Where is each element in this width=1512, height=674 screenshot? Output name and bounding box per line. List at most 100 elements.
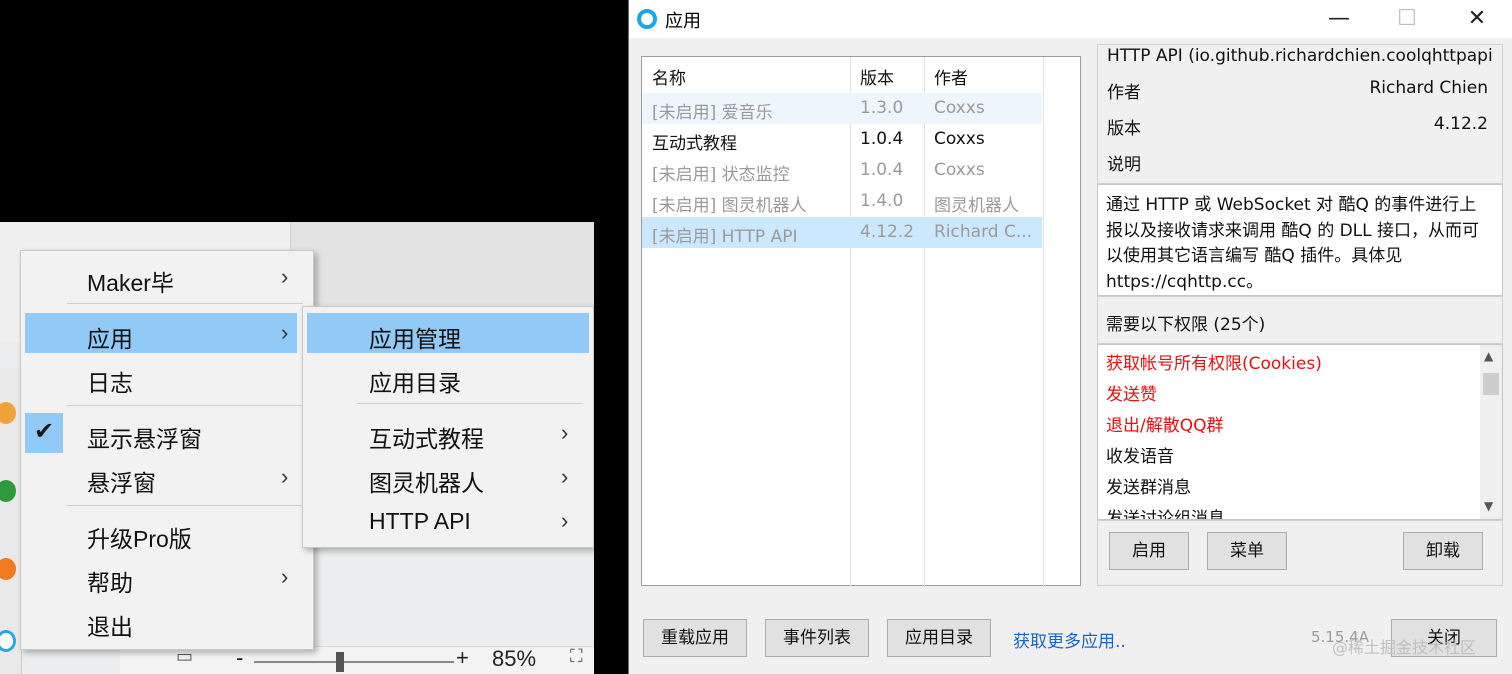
submenu-item[interactable]: 互动式教程 › — [303, 413, 593, 453]
get-more-apps-link[interactable]: 获取更多应用.. — [1013, 627, 1126, 652]
cell-name: [未启用] HTTP API — [652, 227, 798, 247]
app-row[interactable]: [未启用] 爱音乐 1.3.0 Coxxs — [642, 93, 1042, 124]
cell-version: 1.3.0 — [860, 98, 904, 118]
author-label: 作者 — [1107, 83, 1141, 103]
submenu-item[interactable]: 应用目录 — [303, 357, 593, 397]
context-submenu: 应用管理 应用目录 互动式教程 › 图灵机器人 › HTTP API › — [302, 306, 594, 548]
chevron-right-icon: › — [281, 464, 289, 489]
permissions-list[interactable]: 获取帐号所有权限(Cookies) 发送赞退出/解散QQ群 收发语音发送群消息发送讨… — [1097, 344, 1503, 520]
column-header-version[interactable]: 版本 — [860, 64, 894, 89]
version-label: 版本 — [1107, 119, 1141, 139]
app-row[interactable]: 互动式教程 1.0.4 Coxxs — [642, 124, 1042, 155]
menu-item-label: 悬浮窗 — [87, 470, 156, 496]
app-row[interactable]: [未启用] HTTP API 4.12.2 Richard C... — [642, 217, 1042, 248]
description-text: 通过 HTTP 或 WebSocket 对 酷Q 的事件进行上报以及接收请求来调… — [1106, 195, 1480, 292]
submenu-item[interactable]: 应用管理 — [307, 313, 589, 353]
app-full-name: HTTP API (io.github.richardchien.coolqht… — [1107, 46, 1493, 66]
minimize-button[interactable]: — — [1319, 4, 1359, 34]
tray-icon-column — [0, 368, 22, 674]
menu-item[interactable]: 帮助 › — [21, 557, 313, 597]
menu-item-label: 显示悬浮窗 — [87, 426, 202, 452]
menu-button[interactable]: 菜单 — [1207, 532, 1287, 570]
reload-apps-button[interactable]: 重载应用 — [643, 619, 747, 657]
submenu-item[interactable]: 图灵机器人 › — [303, 457, 593, 497]
description-box: 通过 HTTP 或 WebSocket 对 酷Q 的事件进行上报以及接收请求来调… — [1097, 184, 1503, 296]
permission-item: 发送群消息 — [1106, 478, 1191, 498]
submenu-item-label: HTTP API — [369, 508, 471, 534]
permission-item: 发送赞 — [1106, 385, 1157, 405]
cell-author: Coxxs — [934, 98, 985, 118]
title-bar: 应用 — ☐ ✕ — [629, 0, 1512, 38]
menu-item[interactable]: 升级Pro版 — [21, 513, 313, 553]
menu-item[interactable]: Maker毕 › — [21, 257, 313, 297]
check-glyph: ✔ — [34, 418, 55, 445]
cell-name: [未启用] 爱音乐 — [652, 103, 773, 123]
cell-version: 4.12.2 — [860, 222, 915, 242]
app-row[interactable]: [未启用] 图灵机器人 1.4.0 图灵机器人 — [642, 186, 1042, 217]
context-menu: Maker毕 › 应用 › 日志 ✔ 显示悬浮窗 悬浮窗 › 升级Pro版 帮助 › 退出 — [20, 250, 314, 650]
menu-item-label: 帮助 — [87, 570, 133, 596]
background-window-pane — [290, 222, 594, 312]
zoom-slider[interactable] — [254, 652, 454, 672]
permission-item: 发送讨论组消息 — [1106, 509, 1225, 520]
scroll-down-icon[interactable]: ▼ — [1484, 499, 1493, 513]
scroll-up-icon[interactable]: ▲ — [1484, 349, 1493, 363]
submenu-item[interactable]: HTTP API › — [303, 501, 593, 541]
menu-item[interactable]: 退出 — [21, 601, 313, 641]
column-divider — [1043, 57, 1044, 587]
cell-version: 1.4.0 — [860, 191, 904, 211]
cell-author: Coxxs — [934, 129, 985, 149]
zoom-level: 85% — [492, 646, 537, 671]
app-icon[interactable] — [0, 402, 16, 424]
menu-item-label: 应用 — [87, 326, 133, 352]
cell-name: [未启用] 图灵机器人 — [652, 196, 807, 216]
version-value: 4.12.2 — [1433, 114, 1488, 134]
zoom-slider-thumb[interactable] — [336, 652, 344, 672]
menu-item-label: 升级Pro版 — [87, 526, 192, 552]
menu-item[interactable]: 日志 — [21, 357, 313, 397]
menu-separator — [357, 403, 583, 404]
column-header-author[interactable]: 作者 — [934, 64, 968, 89]
enable-button[interactable]: 启用 — [1109, 532, 1189, 570]
cell-author: 图灵机器人 — [934, 196, 1019, 216]
menu-item[interactable]: 悬浮窗 › — [21, 457, 313, 497]
column-header-name[interactable]: 名称 — [652, 64, 686, 89]
permissions-header: 需要以下权限 (25个) — [1097, 296, 1503, 344]
close-window-button[interactable]: ✕ — [1457, 4, 1497, 34]
menu-separator — [67, 405, 303, 406]
app-directory-button[interactable]: 应用目录 — [887, 619, 991, 657]
permission-item: 获取帐号所有权限(Cookies) — [1106, 354, 1322, 374]
list-header: 名称 版本 作者 — [642, 57, 1080, 93]
submenu-item-label: 互动式教程 — [369, 426, 484, 452]
menu-item-label: 退出 — [87, 614, 133, 640]
fit-screen-icon[interactable]: ⛶ — [570, 646, 583, 667]
coolq-icon[interactable] — [0, 630, 16, 652]
uninstall-button[interactable]: 卸载 — [1403, 532, 1483, 570]
author-value: Richard Chien — [1369, 78, 1488, 98]
chevron-right-icon: › — [561, 464, 569, 489]
permissions-scrollbar[interactable]: ▲ ▼ — [1480, 345, 1502, 519]
submenu-item-label: 图灵机器人 — [369, 470, 484, 496]
app-icon[interactable] — [0, 558, 16, 580]
submenu-item-label: 应用目录 — [369, 370, 461, 396]
window-title: 应用 — [665, 11, 701, 32]
permission-item: 收发语音 — [1106, 447, 1174, 467]
zoom-in-button[interactable]: + — [456, 645, 469, 671]
cell-author: Coxxs — [934, 160, 985, 180]
cell-name: 互动式教程 — [652, 134, 737, 154]
event-list-button[interactable]: 事件列表 — [765, 619, 869, 657]
submenu-item-label: 应用管理 — [369, 326, 461, 352]
chevron-right-icon: › — [561, 420, 569, 445]
cell-version: 1.0.4 — [860, 160, 904, 180]
menu-item[interactable]: 应用 › — [25, 313, 297, 353]
app-icon[interactable] — [0, 480, 16, 502]
app-list[interactable]: 名称 版本 作者 [未启用] 爱音乐 1.3.0 Coxxs 互动式教程 1.0.4 Co… — [641, 56, 1081, 587]
permission-item: 退出/解散QQ群 — [1106, 416, 1224, 436]
maximize-button[interactable]: ☐ — [1387, 4, 1427, 34]
app-row[interactable]: [未启用] 状态监控 1.0.4 Coxxs — [642, 155, 1042, 186]
menu-item[interactable]: ✔ 显示悬浮窗 — [21, 413, 313, 453]
permissions-title: 需要以下权限 (25个) — [1106, 315, 1266, 335]
scrollbar-thumb[interactable] — [1483, 373, 1499, 395]
menu-separator — [67, 505, 303, 506]
cell-version: 1.0.4 — [860, 129, 904, 149]
